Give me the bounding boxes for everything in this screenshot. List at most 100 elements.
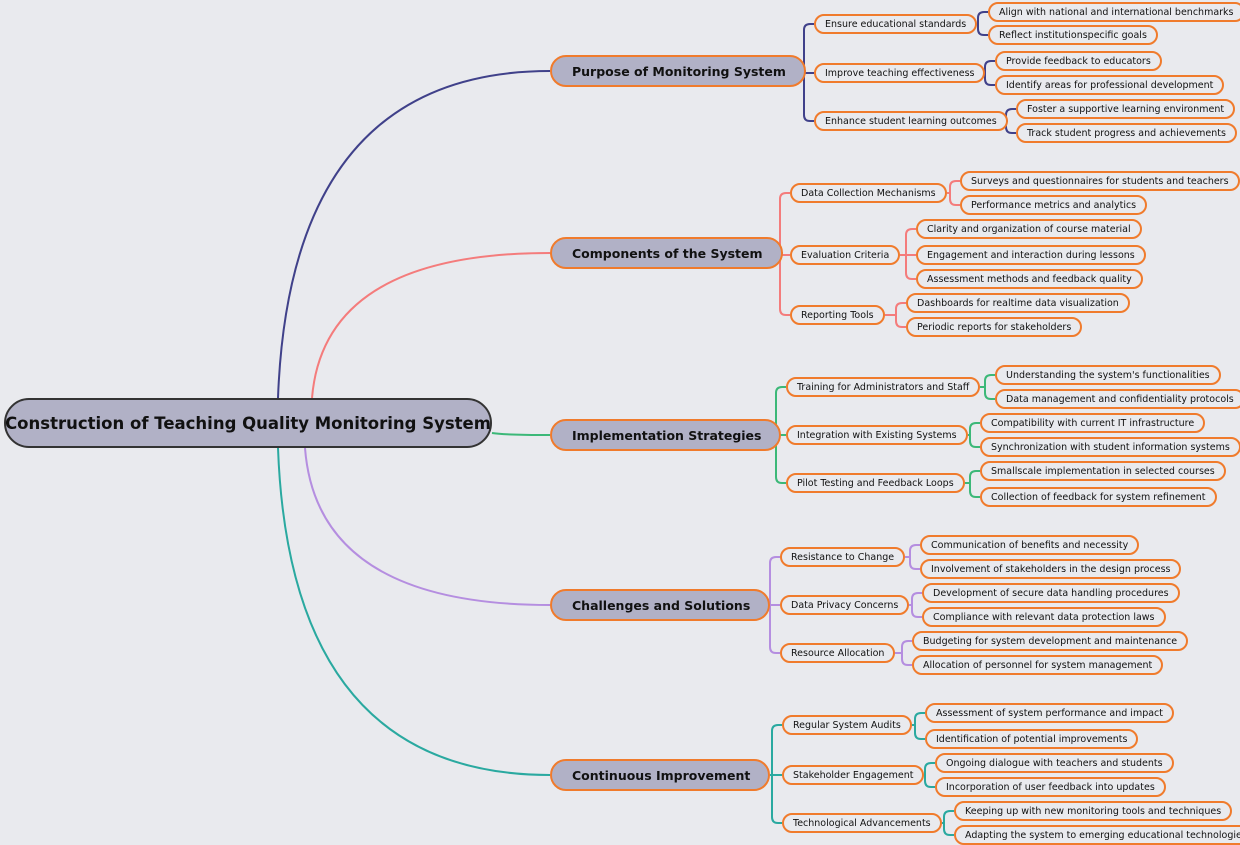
- subtopic-leaf-connector: [912, 712, 925, 726]
- subtopic-node-label: Reporting Tools: [801, 309, 874, 321]
- leaf-node[interactable]: Keeping up with new monitoring tools and…: [954, 801, 1233, 821]
- branch-subtopic-connector: [770, 724, 782, 776]
- branch-node[interactable]: Continuous Improvement: [550, 759, 771, 791]
- subtopic-node-label: Technological Advancements: [793, 817, 931, 829]
- branch-subtopic-connector: [769, 556, 780, 605]
- branch-node-label: Components of the System: [572, 245, 763, 261]
- leaf-node-label: Compatibility with current IT infrastruc…: [991, 417, 1195, 429]
- leaf-node[interactable]: Surveys and questionnaires for students …: [960, 171, 1240, 191]
- leaf-node[interactable]: Assessment methods and feedback quality: [916, 269, 1143, 289]
- subtopic-node[interactable]: Reporting Tools: [790, 305, 885, 325]
- leaf-node[interactable]: Allocation of personnel for system manag…: [912, 655, 1164, 675]
- leaf-node[interactable]: Performance metrics and analytics: [960, 195, 1148, 215]
- leaf-node[interactable]: Identification of potential improvements: [925, 729, 1139, 749]
- subtopic-node-label: Resource Allocation: [791, 647, 885, 659]
- leaf-node[interactable]: Data management and confidentiality prot…: [995, 389, 1240, 409]
- subtopic-leaf-connector: [984, 73, 995, 86]
- leaf-node[interactable]: Involvement of stakeholders in the desig…: [920, 559, 1182, 579]
- subtopic-leaf-connector: [900, 254, 916, 280]
- leaf-node[interactable]: Periodic reports for stakeholders: [906, 317, 1083, 337]
- leaf-node-label: Smallscale implementation in selected co…: [991, 465, 1215, 477]
- leaf-node[interactable]: Understanding the system's functionaliti…: [995, 365, 1221, 385]
- leaf-node-label: Keeping up with new monitoring tools and…: [965, 805, 1222, 817]
- leaf-node[interactable]: Incorporation of user feedback into upda…: [935, 777, 1166, 797]
- leaf-node[interactable]: Clarity and organization of course mater…: [916, 219, 1142, 239]
- subtopic-node-label: Pilot Testing and Feedback Loops: [797, 477, 954, 489]
- leaf-node[interactable]: Foster a supportive learning environment: [1016, 99, 1236, 119]
- leaf-node[interactable]: Align with national and international be…: [988, 2, 1240, 22]
- leaf-node-label: Dashboards for realtime data visualizati…: [917, 297, 1119, 309]
- root-node[interactable]: Construction of Teaching Quality Monitor…: [4, 398, 492, 448]
- subtopic-leaf-connector: [924, 774, 935, 788]
- leaf-node-label: Allocation of personnel for system manag…: [923, 659, 1153, 671]
- leaf-node[interactable]: Dashboards for realtime data visualizati…: [906, 293, 1130, 313]
- branch-node[interactable]: Implementation Strategies: [550, 419, 782, 451]
- branch-node[interactable]: Purpose of Monitoring System: [550, 55, 806, 87]
- subtopic-node[interactable]: Resource Allocation: [780, 643, 896, 663]
- subtopic-node[interactable]: Improve teaching effectiveness: [814, 63, 986, 83]
- leaf-node[interactable]: Compatibility with current IT infrastruc…: [980, 413, 1206, 433]
- leaf-node[interactable]: Smallscale implementation in selected co…: [980, 461, 1226, 481]
- subtopic-node[interactable]: Enhance student learning outcomes: [814, 111, 1008, 131]
- subtopic-leaf-connector: [947, 180, 960, 194]
- subtopic-node-label: Regular System Audits: [793, 719, 901, 731]
- subtopic-leaf-connector: [924, 762, 935, 776]
- leaf-node[interactable]: Ongoing dialogue with teachers and stude…: [935, 753, 1174, 773]
- subtopic-node-label: Resistance to Change: [791, 551, 895, 563]
- subtopic-node[interactable]: Integration with Existing Systems: [786, 425, 968, 445]
- leaf-node[interactable]: Synchronization with student information…: [980, 437, 1240, 457]
- leaf-node[interactable]: Adapting the system to emerging educatio…: [954, 825, 1240, 845]
- subtopic-leaf-connector: [885, 302, 906, 316]
- subtopic-node[interactable]: Evaluation Criteria: [790, 245, 901, 265]
- leaf-node[interactable]: Assessment of system performance and imp…: [925, 703, 1174, 723]
- branch-node-label: Challenges and Solutions: [572, 597, 751, 613]
- subtopic-node-label: Ensure educational standards: [825, 18, 967, 30]
- subtopic-leaf-connector: [968, 422, 980, 436]
- branch-node[interactable]: Challenges and Solutions: [550, 589, 771, 621]
- subtopic-node[interactable]: Ensure educational standards: [814, 14, 978, 34]
- subtopic-leaf-connector: [968, 434, 980, 448]
- leaf-node-label: Engagement and interaction during lesson…: [927, 249, 1135, 261]
- subtopic-node-label: Integration with Existing Systems: [797, 429, 957, 441]
- leaf-node-label: Performance metrics and analytics: [971, 199, 1137, 211]
- leaf-node[interactable]: Communication of benefits and necessity: [920, 535, 1140, 555]
- subtopic-node[interactable]: Regular System Audits: [782, 715, 912, 735]
- leaf-node[interactable]: Provide feedback to educators: [995, 51, 1162, 71]
- root-label: Construction of Teaching Quality Monitor…: [5, 413, 491, 433]
- subtopic-node[interactable]: Pilot Testing and Feedback Loops: [786, 473, 965, 493]
- leaf-node-label: Development of secure data handling proc…: [933, 587, 1169, 599]
- subtopic-leaf-connector: [977, 11, 988, 25]
- leaf-node[interactable]: Track student progress and achievements: [1016, 123, 1237, 143]
- subtopic-leaf-connector: [905, 556, 920, 570]
- leaf-node[interactable]: Collection of feedback for system refine…: [980, 487, 1217, 507]
- leaf-node-label: Assessment methods and feedback quality: [927, 273, 1132, 285]
- leaf-node-label: Identification of potential improvements: [936, 733, 1128, 745]
- subtopic-node[interactable]: Data Collection Mechanisms: [790, 183, 947, 203]
- leaf-node[interactable]: Reflect institutionspecific goals: [988, 25, 1158, 45]
- leaf-node[interactable]: Compliance with relevant data protection…: [922, 607, 1166, 627]
- subtopic-node[interactable]: Resistance to Change: [780, 547, 906, 567]
- leaf-node[interactable]: Engagement and interaction during lesson…: [916, 245, 1146, 265]
- subtopic-node-label: Training for Administrators and Staff: [797, 381, 970, 393]
- subtopic-leaf-connector: [977, 23, 988, 36]
- leaf-node-label: Align with national and international be…: [999, 6, 1234, 18]
- subtopic-node-label: Data Privacy Concerns: [791, 599, 899, 611]
- leaf-node-label: Reflect institutionspecific goals: [999, 29, 1147, 41]
- root-branch-curve: [277, 447, 551, 776]
- branch-subtopic-connector: [803, 23, 814, 72]
- leaf-node[interactable]: Identify areas for professional developm…: [995, 75, 1225, 95]
- leaf-node-label: Synchronization with student information…: [991, 441, 1230, 453]
- subtopic-node[interactable]: Stakeholder Engagement: [782, 765, 925, 785]
- leaf-node[interactable]: Development of secure data handling proc…: [922, 583, 1180, 603]
- leaf-node[interactable]: Budgeting for system development and mai…: [912, 631, 1189, 651]
- leaf-node-label: Data management and confidentiality prot…: [1006, 393, 1234, 405]
- subtopic-leaf-connector: [895, 652, 912, 666]
- subtopic-node-label: Evaluation Criteria: [801, 249, 890, 261]
- subtopic-leaf-connector: [947, 192, 960, 206]
- subtopic-leaf-connector: [900, 228, 916, 256]
- branch-node[interactable]: Components of the System: [550, 237, 783, 269]
- subtopic-node[interactable]: Training for Administrators and Staff: [786, 377, 981, 397]
- branch-subtopic-connector: [803, 70, 814, 122]
- subtopic-node[interactable]: Data Privacy Concerns: [780, 595, 910, 615]
- subtopic-node[interactable]: Technological Advancements: [782, 813, 942, 833]
